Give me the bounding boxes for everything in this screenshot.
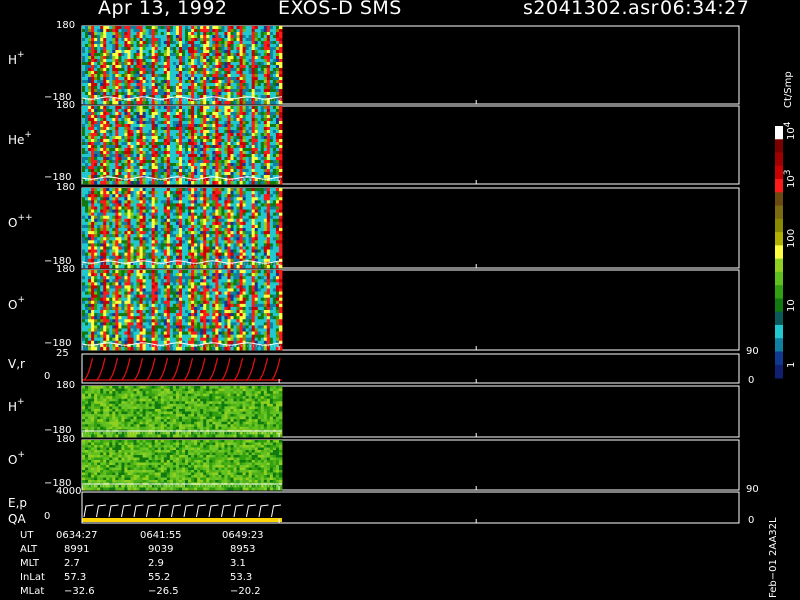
colorbar-swatch <box>775 139 783 154</box>
colorbar-swatch <box>775 152 783 167</box>
orbit-value: −20.2 <box>230 586 261 597</box>
orbit-value: 55.2 <box>148 572 171 583</box>
y-max-tick: 180 <box>56 100 76 111</box>
orbit-value: −26.5 <box>148 586 179 597</box>
colorbar-swatch <box>775 351 783 366</box>
panel-label: H+ <box>8 50 25 68</box>
colorbar-swatch <box>775 311 783 326</box>
colorbar-swatch <box>775 271 783 286</box>
orbit-value: 0649:23 <box>222 530 264 541</box>
spectrogram-plot <box>81 25 783 524</box>
quality-bar <box>82 518 282 522</box>
colorbar-title: Ct/Smp <box>783 71 794 108</box>
footer-code: Feb−01 2AA32L <box>768 517 779 598</box>
right-axis-max: 90 <box>746 484 759 495</box>
panel-label: O+ <box>8 295 25 313</box>
y-max-tick: 25 <box>56 348 69 359</box>
spectro-cells <box>82 270 283 351</box>
colorbar-swatch <box>775 285 783 299</box>
orbit-row-label: ALT <box>20 544 38 555</box>
orbit-value: 8991 <box>64 544 90 555</box>
y-max-tick: 180 <box>56 182 76 193</box>
colorbar-swatch <box>775 298 783 313</box>
panel-label: He+ <box>8 130 32 148</box>
colorbar-label: 103 <box>783 169 797 188</box>
colorbar-swatch <box>775 126 783 140</box>
y-max-tick: 180 <box>56 264 76 275</box>
panel-label: O+ <box>8 450 25 468</box>
plot-filename: s2041302.asr <box>523 0 659 19</box>
colorbar-swatch <box>775 179 783 193</box>
colorbar-swatch <box>775 165 783 180</box>
orbit-value: 0634:27 <box>56 530 98 541</box>
orbit-row-label: UT <box>20 530 34 541</box>
plot-time: 06:34:27 <box>660 0 750 19</box>
colorbar-swatch <box>775 364 783 379</box>
y-min-tick: 0 <box>44 371 51 382</box>
colorbar-swatch <box>775 324 783 339</box>
colorbar-label: 10 <box>786 299 797 312</box>
orbit-row-label: MLT <box>20 558 39 569</box>
spectro-cells <box>82 188 283 269</box>
orbit-value: 3.1 <box>230 558 246 569</box>
orbit-value: 8953 <box>230 544 256 555</box>
orbit-value: 2.9 <box>148 558 164 569</box>
panel-label: H+ <box>8 396 25 414</box>
right-axis-min: 0 <box>748 515 755 526</box>
orbit-row-label: InLat <box>20 572 45 583</box>
panel-label: V,r <box>8 356 25 371</box>
right-axis-min: 0 <box>748 375 755 386</box>
colorbar-label: 1 <box>786 361 797 368</box>
colorbar-label: 104 <box>783 121 797 140</box>
colorbar-swatch <box>775 232 783 246</box>
orbit-row-label: MLat <box>20 586 45 597</box>
orbit-value: 9039 <box>148 544 174 555</box>
orbit-value: 0641:55 <box>140 530 182 541</box>
colorbar-swatch <box>775 338 783 352</box>
orbit-value: −32.6 <box>64 586 95 597</box>
plot-instrument: EXOS-D SMS <box>278 0 402 19</box>
panel-label: O++ <box>8 213 33 231</box>
orbit-value: 57.3 <box>64 572 87 583</box>
y-max-tick: 180 <box>56 20 76 31</box>
colorbar-swatch <box>775 218 783 233</box>
spectro-cells <box>82 26 283 105</box>
panel-label: E,p <box>8 495 28 510</box>
spectro-cells <box>82 106 283 185</box>
y-max-tick: 180 <box>56 380 76 391</box>
colorbar-swatch <box>775 192 783 207</box>
colorbar-swatch <box>775 245 783 260</box>
orbit-value: 2.7 <box>64 558 80 569</box>
colorbar-swatch <box>775 258 783 273</box>
right-axis-max: 90 <box>746 346 759 357</box>
colorbar-swatch <box>775 205 783 220</box>
orbit-value: 53.3 <box>230 572 253 583</box>
plot-date: Apr 13, 1992 <box>98 0 228 19</box>
y-min-tick: 0 <box>44 511 51 522</box>
y-max-tick: 180 <box>56 434 76 445</box>
green-cells <box>82 440 283 491</box>
panel-label-2: QA <box>8 511 26 526</box>
colorbar-label: 100 <box>786 228 797 248</box>
y-max-tick: 4000 <box>56 486 82 497</box>
green-cells <box>82 386 283 438</box>
